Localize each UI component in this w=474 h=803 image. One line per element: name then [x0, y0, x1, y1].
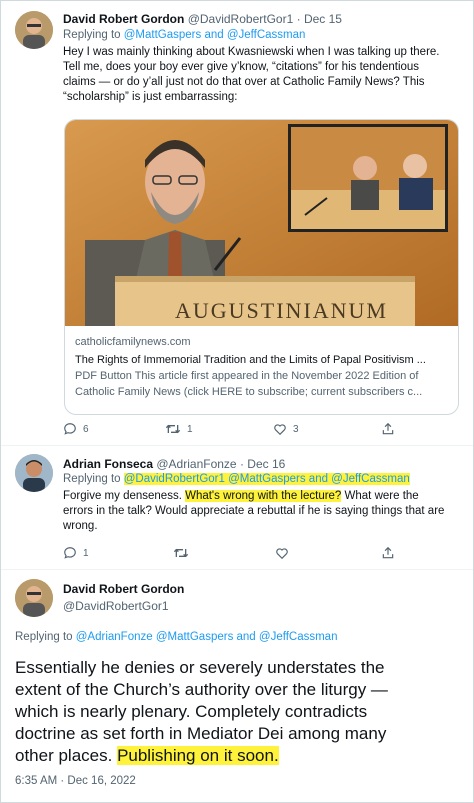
tweet-thread: David Robert Gordon @DavidRobertGor1 · D… [0, 0, 474, 803]
tweet-line: “scholarship” is just embarrassing: [63, 91, 238, 103]
reply-mentions[interactable]: @DavidRobertGor1 @MattGaspers and @JeffC… [123, 473, 410, 485]
replying-to-label: Replying to [63, 29, 121, 41]
tweet-actions: 1 [63, 545, 463, 561]
link-description: Catholic Family News (click HERE to subs… [75, 386, 423, 398]
tweet-line: errors in the talk? Would appreciate a r… [63, 505, 445, 517]
reply-count: 6 [83, 423, 89, 435]
user-handle[interactable]: @DavidRobertGor1 [188, 12, 294, 26]
reply-count: 1 [83, 547, 89, 559]
tweet-line: claims — or do y’all just not do that ov… [63, 76, 425, 88]
reply-button[interactable]: 6 [63, 422, 89, 436]
tweet-line: other places. Publishing on it soon. [15, 746, 279, 765]
highlighted-text: What's wrong with the lecture? [185, 490, 342, 502]
retweet-count: 1 [187, 423, 193, 435]
tweet-line: wrong. [63, 520, 98, 532]
tweet-date[interactable]: Dec 15 [304, 12, 342, 26]
like-button[interactable]: 3 [273, 422, 299, 436]
link-domain[interactable]: catholicfamilynews.com [75, 335, 451, 350]
display-name[interactable]: David Robert Gordon [63, 12, 184, 26]
link-description: PDF Button This article first appeared i… [75, 370, 419, 382]
avatar[interactable] [15, 579, 53, 617]
retweet-button[interactable]: 1 [165, 422, 193, 436]
divider [1, 445, 473, 446]
replying-to-label: Replying to [15, 631, 73, 643]
like-count: 3 [293, 423, 299, 435]
tweet-text: Hey I was mainly thinking about Kwasniew… [63, 45, 463, 105]
tweet-header: David Robert Gordon @DavidRobertGor1 · D… [63, 12, 342, 26]
tweet-text: Forgive my denseness. What's wrong with … [63, 489, 463, 534]
avatar[interactable] [15, 454, 53, 492]
share-icon [382, 546, 394, 559]
retweet-icon [165, 424, 181, 434]
user-handle[interactable]: @AdrianFonze [156, 457, 236, 471]
divider [1, 569, 473, 570]
tweet-line: Essentially he denies or severely unders… [15, 658, 385, 677]
share-icon [382, 422, 394, 435]
reply-icon [64, 423, 76, 435]
tweet-line: which is nearly plenary. Completely cont… [15, 702, 368, 721]
reply-button[interactable]: 1 [63, 546, 89, 560]
retweet-button[interactable] [173, 546, 189, 560]
replying-to: Replying to @DavidRobertGor1 @MattGasper… [63, 473, 410, 485]
tweet-line: extent of the Church’s authority over th… [15, 680, 388, 699]
tweet-actions: 6 1 3 [63, 421, 463, 437]
tweet-line: Tell me, does your boy ever give y’know,… [63, 61, 420, 73]
heart-icon [274, 424, 286, 436]
podium-inscription: AUGUSTINIANUM [175, 298, 388, 323]
avatar[interactable] [15, 11, 53, 49]
like-button[interactable] [275, 546, 289, 560]
link-card[interactable]: AUGUSTINIANUM catholicfamilynews.com The… [64, 119, 459, 415]
tweet-line: Forgive my denseness. What's wrong with … [63, 490, 419, 502]
tweet-line: doctrine as set forth in Mediator Dei am… [15, 724, 387, 743]
replying-to-label: Replying to [63, 473, 121, 485]
highlighted-text: Publishing on it soon. [117, 746, 279, 765]
main-tweet-text: Essentially he denies or severely unders… [15, 657, 460, 767]
link-card-image: AUGUSTINIANUM [65, 120, 458, 326]
tweet-header: David Robert Gordon @DavidRobertGor1 [63, 582, 184, 613]
retweet-icon [173, 548, 189, 558]
tweet-header: Adrian Fonseca @AdrianFonze · Dec 16 [63, 457, 286, 471]
heart-icon [276, 548, 288, 560]
reply-mentions[interactable]: @MattGaspers and @JeffCassman [124, 29, 306, 41]
replying-to: Replying to @MattGaspers and @JeffCassma… [63, 29, 305, 41]
tweet-line: Hey I was mainly thinking about Kwasniew… [63, 46, 440, 58]
link-title[interactable]: The Rights of Immemorial Tradition and t… [75, 353, 451, 368]
reply-icon [64, 547, 76, 559]
tweet-timestamp[interactable]: 6:35 AM · Dec 16, 2022 [15, 775, 136, 787]
reply-mentions[interactable]: @AdrianFonze @MattGaspers and @JeffCassm… [76, 631, 338, 643]
user-handle[interactable]: @DavidRobertGor1 [63, 599, 184, 613]
share-button[interactable] [381, 422, 395, 436]
replying-to: Replying to @AdrianFonze @MattGaspers an… [15, 631, 337, 643]
display-name[interactable]: David Robert Gordon [63, 582, 184, 596]
tweet-date[interactable]: Dec 16 [247, 457, 285, 471]
display-name[interactable]: Adrian Fonseca [63, 457, 153, 471]
share-button[interactable] [381, 546, 395, 560]
